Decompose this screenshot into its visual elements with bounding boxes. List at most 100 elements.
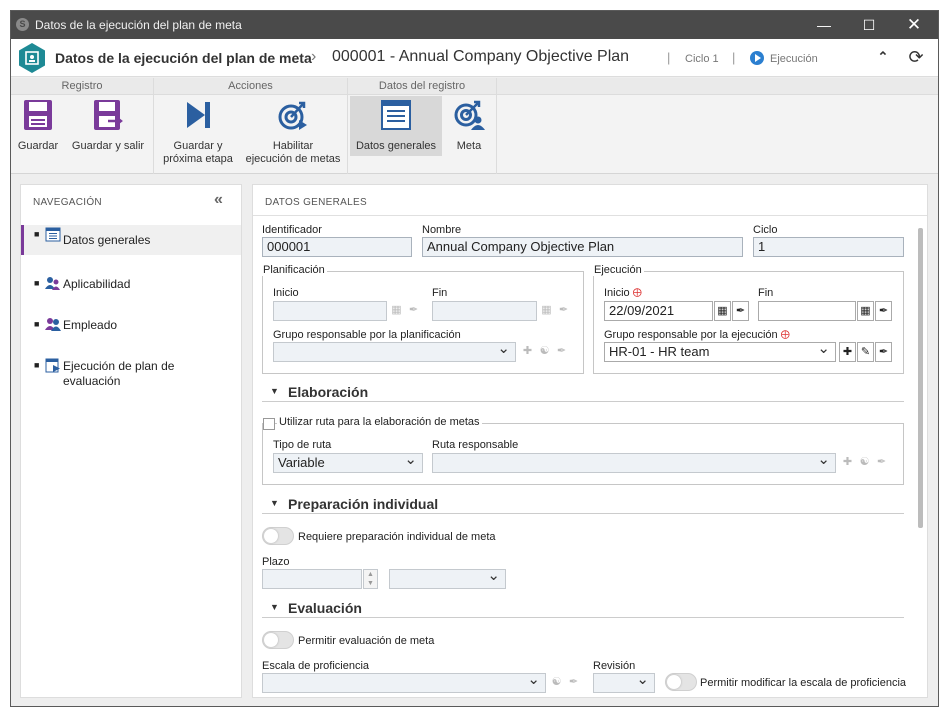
route-type-select: Variable [273, 451, 423, 473]
individual-section-header[interactable]: ▼ Preparación individual [262, 494, 904, 514]
route-responsible-label: Ruta responsable [432, 439, 519, 451]
execution-fieldset: Ejecución Inicio ⨁ 22/09/2021 ▦ ✒ Fin ▦ … [592, 264, 904, 374]
nav-item-applicability[interactable]: ■ Aplicabilidad [21, 274, 241, 296]
planning-fieldset: Planificación Inicio ▦ ✒ Fin ▦ ✒ Grupo r… [261, 264, 584, 374]
save-label: Guardar [17, 140, 59, 152]
save-next-step-button[interactable]: Guardar y próxima etapa [157, 98, 239, 166]
bullet: ■ [34, 278, 40, 288]
execution-end-date[interactable] [758, 301, 856, 321]
individual-title: Preparación individual [288, 496, 439, 512]
clear-icon: ✒ [568, 676, 579, 688]
window-title: Datos de la ejecución del plan de meta [35, 18, 242, 32]
planning-start-label: Inicio [273, 287, 299, 299]
allow-modify-scale-toggle[interactable] [665, 673, 697, 691]
bullet: ■ [34, 360, 40, 370]
add-icon: ✚ [842, 456, 853, 468]
elaboration-section-header[interactable]: ▼ Elaboración [262, 382, 904, 402]
bullet: ■ [34, 229, 40, 239]
nav-label: Empleado [63, 318, 118, 332]
goal-icon [454, 100, 485, 130]
execution-start-date[interactable]: 22/09/2021 [604, 301, 713, 321]
navigation-title: NAVEGACIÓN [33, 197, 102, 208]
cycle-label: Ciclo 1 [685, 53, 719, 65]
scrollbar-thumb[interactable] [918, 228, 923, 528]
form-icon [45, 227, 61, 242]
evaluation-title: Evaluación [288, 600, 362, 616]
revision-label: Revisión [593, 660, 636, 672]
identifier-label: Identificador [262, 224, 322, 236]
planning-end-label: Fin [432, 287, 448, 299]
planning-group-label: Grupo responsable por la planificación [273, 329, 461, 341]
goal-label: Meta [456, 140, 482, 152]
save-exit-icon [94, 100, 123, 130]
users-icon [45, 277, 60, 290]
save-icon [24, 100, 52, 130]
enable-label-2: ejecución de metas [245, 153, 341, 165]
search-icon: ☯ [551, 676, 562, 688]
execution-group-select[interactable]: HR-01 - HR team [604, 340, 836, 362]
target-arrow-icon [278, 101, 307, 130]
collapse-triangle-icon: ▼ [270, 386, 279, 396]
title-bar: S Datos de la ejecución del plan de meta… [11, 11, 938, 39]
route-type-label: Tipo de ruta [273, 439, 332, 451]
clear-icon: ✒ [558, 304, 569, 316]
navigation-panel: NAVEGACIÓN « ■ Datos generales ■ Aplicab… [20, 184, 242, 698]
evaluation-section-header[interactable]: ▼ Evaluación [262, 598, 904, 618]
route-responsible-select [432, 451, 836, 473]
edit-icon[interactable]: ✎ [857, 342, 874, 362]
search-icon: ☯ [539, 345, 550, 357]
calendar-icon: ▦ [391, 304, 402, 316]
form-icon [381, 100, 411, 130]
add-icon[interactable]: ✚ [839, 342, 856, 362]
allow-modify-scale-label: Permitir modificar la escala de proficie… [700, 677, 907, 689]
identifier-field[interactable]: 000001 [262, 237, 412, 257]
nav-item-general-data[interactable]: ■ Datos generales [21, 225, 241, 255]
calendar-icon[interactable]: ▦ [857, 301, 874, 321]
collapse-header-icon[interactable]: ⌃ [873, 47, 893, 67]
enable-goal-execution-button[interactable]: Habilitar ejecución de metas [243, 98, 343, 166]
record-header: Datos de la ejecución del plan de meta ›… [11, 39, 938, 77]
ribbon-group-acciones: Acciones Guardar y próxima etapa Habilit… [154, 78, 347, 174]
name-label: Nombre [422, 224, 462, 236]
refresh-icon[interactable]: ⟳ [906, 47, 926, 67]
toolbar-ribbon: Registro Guardar Guardar y salir Accione… [11, 78, 938, 174]
planning-legend: Planificación [261, 264, 327, 276]
use-route-label: Utilizar ruta para la elaboración de met… [277, 416, 482, 428]
calendar-icon[interactable]: ▦ [714, 301, 731, 321]
save-exit-label: Guardar y salir [71, 140, 145, 152]
nav-item-evaluation-plan[interactable]: ■ Ejecución de plan de evaluación [21, 356, 241, 392]
vertical-scrollbar[interactable] [917, 219, 925, 695]
execution-end-label: Fin [758, 287, 774, 299]
execution-group-label: Grupo responsable por la ejecución ⨁ [604, 329, 790, 341]
requires-individual-label: Requiere preparación individual de meta [298, 531, 496, 543]
maximize-button[interactable]: ☐ [846, 11, 892, 39]
divider [253, 215, 927, 216]
allow-evaluation-toggle[interactable] [262, 631, 294, 649]
requires-individual-toggle[interactable] [262, 527, 294, 545]
section-title: DATOS GENERALES [265, 197, 367, 208]
cycle-field[interactable]: 1 [753, 237, 904, 257]
minimize-button[interactable]: — [801, 11, 847, 39]
clear-icon[interactable]: ✒ [875, 342, 892, 362]
nav-label: Ejecución de plan de evaluación [63, 359, 174, 389]
goal-button[interactable]: Meta [446, 98, 492, 153]
clear-icon[interactable]: ✒ [732, 301, 749, 321]
calendar-icon: ▦ [541, 304, 552, 316]
clear-icon[interactable]: ✒ [875, 301, 892, 321]
term-input [262, 569, 362, 589]
breadcrumb-separator: › [311, 48, 317, 65]
record-code: 000001 - Annual Company Objective Plan [332, 48, 630, 65]
save-button[interactable]: Guardar [13, 98, 63, 153]
use-route-checkbox[interactable] [263, 418, 275, 430]
save-and-exit-button[interactable]: Guardar y salir [68, 98, 148, 153]
required-icon: ⨁ [780, 329, 790, 339]
nav-item-employee[interactable]: ■ Empleado [21, 315, 241, 337]
allow-evaluation-label: Permitir evaluación de meta [298, 635, 435, 647]
name-field[interactable]: Annual Company Objective Plan [422, 237, 743, 257]
execution-start-text: Inicio [604, 287, 630, 299]
close-button[interactable]: ✕ [891, 11, 937, 39]
collapse-navigation-icon[interactable]: « [214, 191, 223, 209]
general-data-button[interactable]: Datos generales [350, 96, 442, 156]
app-icon: S [16, 18, 29, 31]
general-data-panel: DATOS GENERALES Identificador 000001 Nom… [252, 184, 928, 698]
